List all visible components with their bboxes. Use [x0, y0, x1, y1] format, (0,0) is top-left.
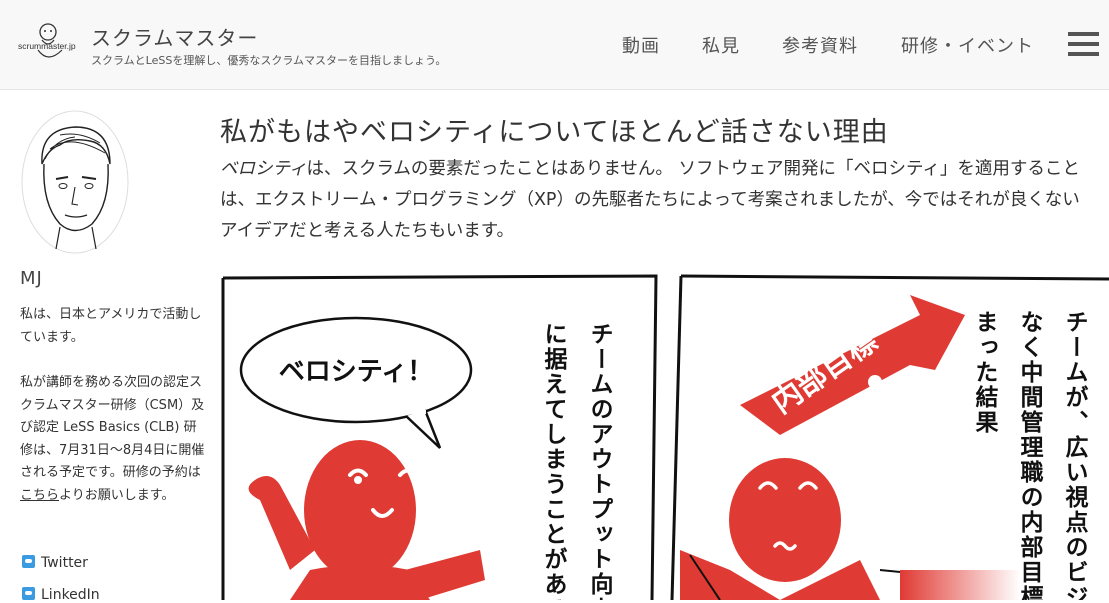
- panel2-text-col2: なく中間管理職の内部目標: [1016, 310, 1044, 600]
- comic-illustration: ベロシティ！ チームのアウトプット向上 に据えてしまうことがある 内部目標 チー…: [221, 274, 1109, 600]
- speech-bubble: ベロシティ！: [239, 316, 473, 449]
- panel1-text-col1: チームのアウトプット向上: [586, 322, 614, 600]
- twitter-label: Twitter: [41, 555, 88, 571]
- panel1-text-col2: に据えてしまうことがある: [540, 322, 568, 600]
- site-logo[interactable]: scrummaster.jp: [18, 20, 80, 68]
- post-intro: ベロシティは、スクラムの要素だったことはありません。 ソフトウェア開発に「ベロシ…: [220, 154, 1080, 247]
- red-character-surprised: [680, 458, 1020, 600]
- linkedin-link[interactable]: LinkedIn: [22, 587, 100, 603]
- twitter-link[interactable]: Twitter: [22, 555, 88, 571]
- nav-item-opinions[interactable]: 私見: [702, 32, 740, 58]
- hamburger-menu-icon[interactable]: [1068, 32, 1099, 56]
- linkedin-label: LinkedIn: [41, 587, 100, 603]
- site-header: scrummaster.jp スクラムマスター スクラムとLeSSを理解し、優秀…: [0, 0, 1109, 90]
- speech-text: ベロシティ！: [279, 357, 433, 387]
- author-bio: 私は、日本とアメリカで活動しています。: [20, 307, 202, 345]
- nav-item-training-events[interactable]: 研修・イベント: [901, 32, 1034, 58]
- comic-panel-2: [680, 274, 1109, 281]
- training-announcement-text: 私が講師を務める次回の認定スクラムマスター研修（CSM）及び認定 LeSS Ba…: [20, 375, 205, 481]
- site-description: スクラムとLeSSを理解し、優秀なスクラムマスターを目指しましょう。: [91, 54, 447, 67]
- training-announcement: 私が講師を務める次回の認定スクラムマスター研修（CSM）及び認定 LeSS Ba…: [20, 372, 205, 508]
- panel2-text-col3: まった結果: [971, 310, 999, 435]
- intro-text: は、スクラムの要素だったことはありません。 ソフトウェア開発に「ベロシティ」を適…: [220, 159, 1080, 241]
- nav-item-videos[interactable]: 動画: [622, 32, 660, 58]
- intro-emphasis: ベロシティ: [220, 159, 307, 179]
- logo-text: scrummaster.jp: [18, 41, 76, 51]
- author-avatar: [21, 110, 129, 254]
- post-title[interactable]: 私がもはやベロシティについてほとんど話さない理由: [220, 110, 889, 149]
- red-character-cheering: [248, 440, 485, 600]
- panel2-text-col1: チームが、広い視点のビジ: [1061, 310, 1090, 600]
- linkedin-icon: [22, 587, 35, 600]
- nav-item-resources[interactable]: 参考資料: [782, 32, 858, 58]
- training-announcement-suffix: よりお願いします。: [59, 487, 175, 503]
- internal-goal-flag: 内部目標: [740, 295, 965, 435]
- author-name: MJ: [20, 268, 43, 289]
- site-title[interactable]: スクラムマスター: [91, 22, 258, 51]
- booking-link[interactable]: こちら: [20, 488, 59, 503]
- twitter-icon: [22, 555, 35, 568]
